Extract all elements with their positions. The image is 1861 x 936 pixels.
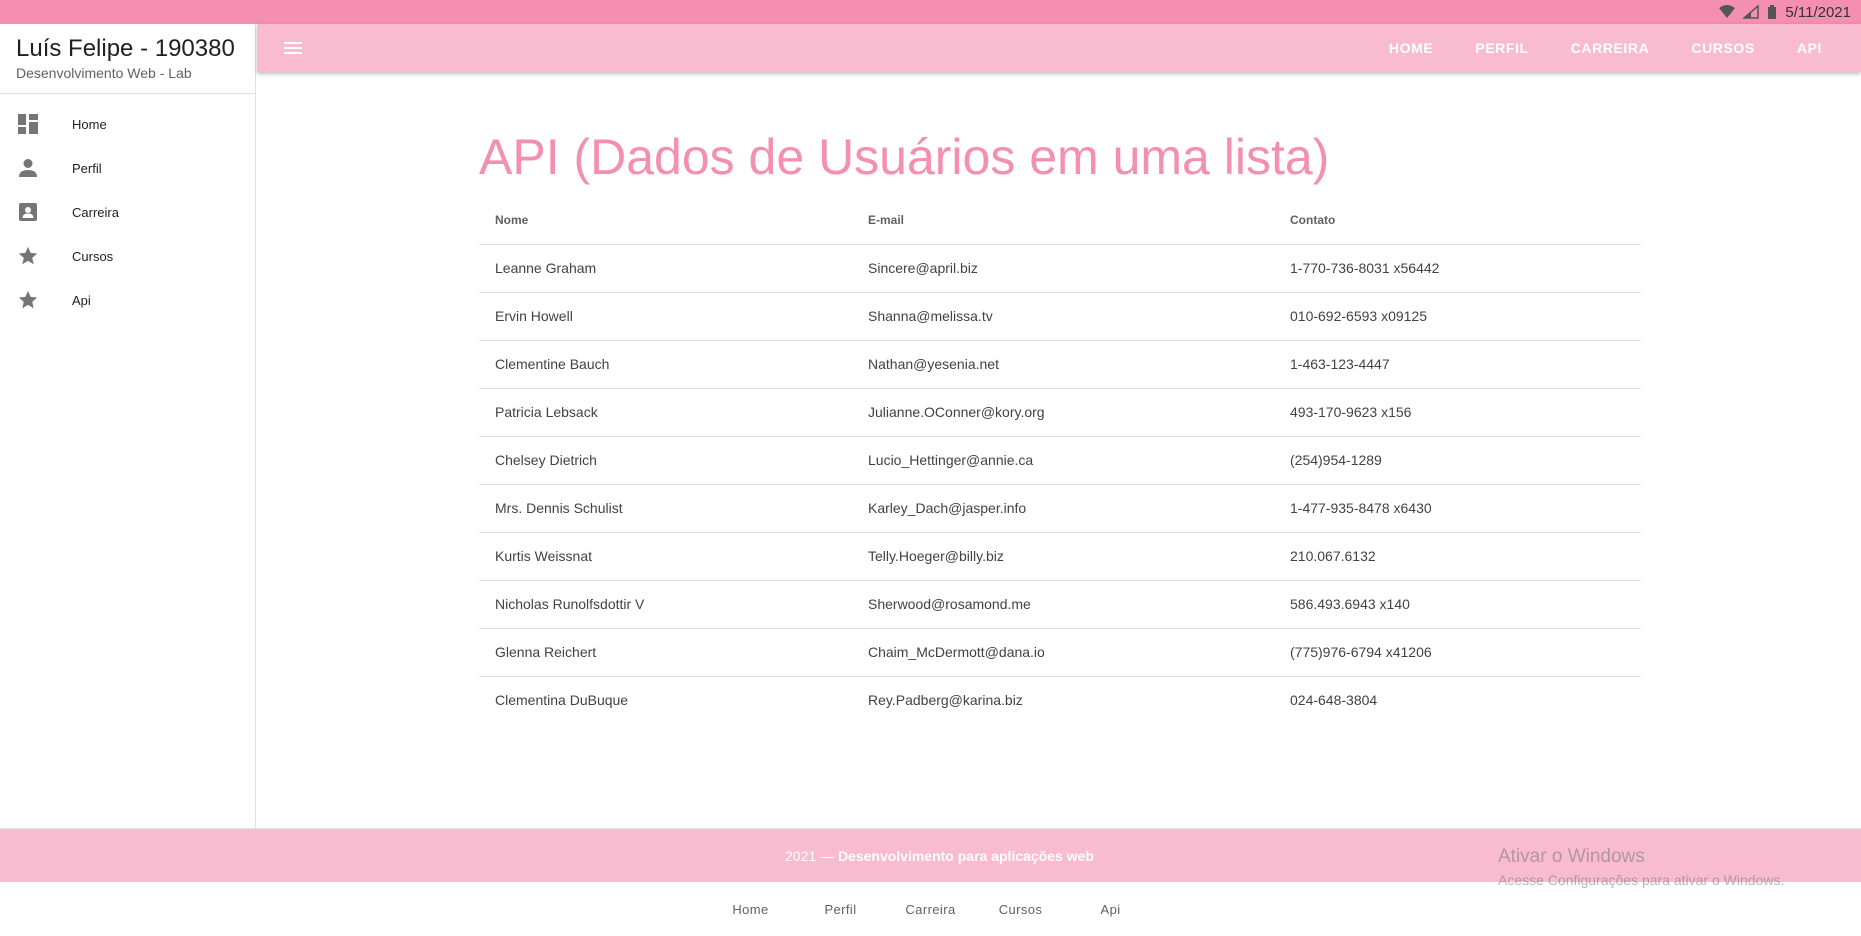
wifi-icon: [1719, 5, 1736, 18]
bottom-nav-perfil[interactable]: Perfil: [796, 902, 886, 917]
table-row: Glenna Reichert Chaim_McDermott@dana.io (7…: [479, 628, 1641, 677]
table-row: Chelsey Dietrich Lucio_Hettinger@annie.ca…: [479, 436, 1641, 485]
cell-email: Lucio_Hettinger@annie.ca: [852, 436, 1274, 485]
app-bar: HOME PERFIL CARREIRA CURSOS API: [257, 24, 1861, 72]
header-contato[interactable]: Contato: [1274, 196, 1641, 245]
footer: 2021 — Desenvolvimento para aplicações w…: [0, 828, 1861, 888]
header-email[interactable]: E-mail: [852, 196, 1274, 245]
header-nome[interactable]: Nome: [479, 196, 852, 245]
battery-icon: [1768, 5, 1777, 19]
watermark-title: Ativar o Windows: [1498, 846, 1645, 867]
nav-perfil[interactable]: PERFIL: [1454, 24, 1549, 72]
cell-contato: 493-170-9623 x156: [1274, 388, 1641, 437]
cell-email: Julianne.OConner@kory.org: [852, 388, 1274, 437]
table-row: Clementina DuBuque Rey.Padberg@karina.biz…: [479, 676, 1641, 724]
cell-email: Karley_Dach@jasper.info: [852, 484, 1274, 533]
cell-nome: Nicholas Runolfsdottir V: [479, 580, 852, 629]
navigation-drawer: Luís Felipe - 190380 Desenvolvimento Web…: [0, 24, 256, 828]
drawer-item-label: Cursos: [72, 248, 114, 264]
users-table: Nome E-mail Contato Leanne Graham Sincere…: [479, 196, 1641, 724]
table-row: Mrs. Dennis Schulist Karley_Dach@jasper.i…: [479, 484, 1641, 533]
table-row: Ervin Howell Shanna@melissa.tv 010-692-659…: [479, 292, 1641, 341]
drawer-item-label: Carreira: [72, 204, 119, 220]
cell-email: Sincere@april.biz: [852, 244, 1274, 293]
page-title: API (Dados de Usuários em uma lista): [479, 129, 1330, 185]
drawer-item-home[interactable]: Home: [0, 102, 255, 146]
bottom-nav-cursos[interactable]: Cursos: [976, 902, 1066, 917]
table-header-row: Nome E-mail Contato: [479, 196, 1641, 245]
cell-email: Chaim_McDermott@dana.io: [852, 628, 1274, 677]
top-nav: HOME PERFIL CARREIRA CURSOS API: [1368, 24, 1843, 72]
cell-nome: Clementine Bauch: [479, 340, 852, 389]
cell-email: Nathan@yesenia.net: [852, 340, 1274, 389]
cell-nome: Clementina DuBuque: [495, 692, 629, 709]
cell-contato: (775)976-6794 x41206: [1274, 628, 1641, 677]
cell-contato: 1-463-123-4447: [1274, 340, 1641, 389]
drawer-item-perfil[interactable]: Perfil: [0, 146, 255, 190]
cell-email: Sherwood@rosamond.me: [852, 580, 1274, 629]
drawer-list: Home Perfil Carreira Cursos Api: [0, 94, 255, 322]
cell-contato: 586.493.6943 x140: [1274, 580, 1641, 629]
nav-home[interactable]: HOME: [1368, 24, 1454, 72]
drawer-item-carreira[interactable]: Carreira: [0, 190, 255, 234]
cell-contato: 010-692-6593 x09125: [1274, 292, 1641, 341]
system-status-bar: 5/11/2021: [0, 0, 1861, 24]
footer-year: 2021 —: [785, 847, 835, 864]
menu-button[interactable]: [269, 24, 317, 72]
star-icon: [16, 244, 40, 268]
table-row: Leanne Graham Sincere@april.biz 1-770-736-…: [479, 244, 1641, 293]
drawer-title: Luís Felipe - 190380: [16, 35, 235, 62]
table-row: Patricia Lebsack Julianne.OConner@kory.or…: [479, 388, 1641, 437]
cell-contato: (254)954-1289: [1274, 436, 1641, 485]
drawer-item-label: Home: [72, 116, 107, 132]
bottom-nav-api[interactable]: Api: [1066, 902, 1156, 917]
cell-nome: Leanne Graham: [479, 244, 852, 293]
cell-nome: Kurtis Weissnat: [479, 532, 852, 581]
drawer-item-label: Perfil: [72, 160, 102, 176]
drawer-item-label: Api: [72, 292, 91, 308]
person-icon: [16, 156, 40, 180]
cell-contato: 210.067.6132: [1274, 532, 1641, 581]
cell-nome: Ervin Howell: [479, 292, 852, 341]
bottom-nav-home[interactable]: Home: [706, 902, 796, 917]
cell-contato: 024-648-3804: [1290, 692, 1378, 709]
cell-nome: Patricia Lebsack: [479, 388, 852, 437]
drawer-item-cursos[interactable]: Cursos: [0, 234, 255, 278]
bottom-nav: Home Perfil Carreira Cursos Api: [0, 882, 1861, 936]
bottom-nav-carreira[interactable]: Carreira: [886, 902, 976, 917]
signal-icon: [1743, 5, 1760, 19]
table-row: Nicholas Runolfsdottir V Sherwood@rosamon…: [479, 580, 1641, 629]
nav-api[interactable]: API: [1776, 24, 1843, 72]
cell-contato: 1-770-736-8031 x56442: [1274, 244, 1641, 293]
nav-cursos[interactable]: CURSOS: [1670, 24, 1776, 72]
drawer-item-api[interactable]: Api: [0, 278, 255, 322]
cell-nome: Mrs. Dennis Schulist: [479, 484, 852, 533]
star-icon: [16, 288, 40, 312]
footer-title: Desenvolvimento para aplicações web: [837, 847, 1094, 864]
cell-email: Shanna@melissa.tv: [852, 292, 1274, 341]
hamburger-menu-icon: [284, 42, 302, 54]
cell-email: Telly.Hoeger@billy.biz: [852, 532, 1274, 581]
main-content: API (Dados de Usuários em uma lista) Nom…: [257, 72, 1861, 828]
cell-nome: Glenna Reichert: [479, 628, 852, 677]
cell-email: Rey.Padberg@karina.biz: [868, 692, 1023, 709]
dashboard-icon: [16, 112, 40, 136]
status-date: 5/11/2021: [1785, 3, 1851, 21]
contact-card-icon: [16, 200, 40, 224]
drawer-header: Luís Felipe - 190380 Desenvolvimento Web…: [0, 24, 255, 94]
cell-contato: 1-477-935-8478 x6430: [1274, 484, 1641, 533]
footer-text: 2021 — Desenvolvimento para aplicações w…: [785, 848, 1094, 864]
table-row: Kurtis Weissnat Telly.Hoeger@billy.biz 210…: [479, 532, 1641, 581]
cell-nome: Chelsey Dietrich: [479, 436, 852, 485]
table-row: Clementine Bauch Nathan@yesenia.net 1-463-…: [479, 340, 1641, 389]
drawer-subtitle: Desenvolvimento Web - Lab: [16, 65, 192, 82]
nav-carreira[interactable]: CARREIRA: [1550, 24, 1671, 72]
